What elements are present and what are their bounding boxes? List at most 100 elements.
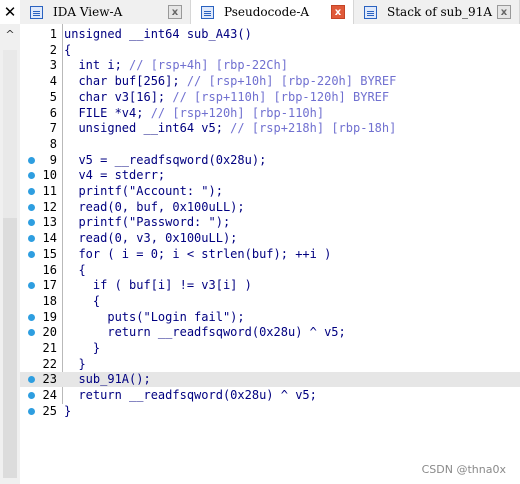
breakpoint-dot-icon[interactable] [28,203,35,211]
code-text[interactable]: int i; // [rsp+4h] [rbp-22Ch] [64,58,288,73]
code-text[interactable]: unsigned __int64 v5; // [rsp+218h] [rbp-… [64,121,396,136]
scrollbar-thumb[interactable] [3,50,17,218]
breakpoint-dot-icon[interactable] [28,219,35,227]
code-line[interactable]: 5 char v3[16]; // [rsp+110h] [rbp-120h] … [20,90,520,105]
code-text[interactable]: char buf[256]; // [rsp+10h] [rbp-220h] B… [64,74,396,89]
code-line[interactable]: 13 printf("Password: "); [20,215,520,230]
line-number: 4 [49,74,57,89]
code-line[interactable]: 6 FILE *v4; // [rsp+120h] [rbp-110h] [20,106,520,121]
breakpoint-dot-icon[interactable] [28,392,35,400]
line-number: 2 [49,42,57,57]
code-text[interactable]: } [64,341,100,356]
breakpoint-dot-icon[interactable] [28,313,35,321]
code-line[interactable]: 15 for ( i = 0; i < strlen(buf); ++i ) [20,247,520,262]
code-text[interactable]: sub_91A(); [64,372,150,387]
code-text[interactable]: { [64,43,71,58]
code-comment: // [rsp+120h] [rbp-110h] [150,105,325,120]
breakpoint-dot-icon[interactable] [28,250,35,258]
code-line[interactable]: 10 v4 = stderr; [20,168,520,183]
code-line[interactable]: 14 read(0, v3, 0x100uLL); [20,231,520,246]
breakpoint-dot-icon[interactable] [28,282,35,290]
breakpoint-dot-icon[interactable] [28,376,35,384]
line-number: 15 [42,246,57,261]
code-text[interactable]: v5 = __readfsqword(0x28u); [64,153,266,168]
code-text[interactable]: v4 = stderr; [64,168,165,183]
line-number: 20 [42,325,57,340]
line-number: 5 [49,89,57,104]
breakpoint-dot-icon[interactable] [28,172,35,180]
code-comment: // [rsp+10h] [rbp-220h] BYREF [186,74,397,89]
code-line[interactable]: 20 return __readfsqword(0x28u) ^ v5; [20,325,520,340]
line-number: 8 [49,136,57,151]
line-number: 25 [42,403,57,418]
code-line[interactable]: 8 [20,137,520,152]
code-line[interactable]: 4 char buf[256]; // [rsp+10h] [rbp-220h]… [20,74,520,89]
tab-label: Stack of sub_91A [387,5,492,19]
code-text[interactable]: return __readfsqword(0x28u) ^ v5; [64,325,345,340]
code-line[interactable]: 2{ [20,43,520,58]
code-comment: // [rsp+218h] [rbp-18h] [230,121,397,136]
breakpoint-dot-icon[interactable] [28,329,35,337]
code-line[interactable]: 9 v5 = __readfsqword(0x28u); [20,153,520,168]
line-number: 21 [42,341,57,355]
code-text[interactable]: unsigned __int64 sub_A43() [64,27,252,42]
code-text[interactable]: printf("Account: "); [64,184,223,199]
code-line[interactable]: 23 sub_91A(); [20,372,520,388]
code-text[interactable]: puts("Login fail"); [64,310,244,325]
line-number: 24 [42,388,57,403]
code-line[interactable]: 7 unsigned __int64 v5; // [rsp+218h] [rb… [20,121,520,136]
code-line[interactable]: 22 } [20,357,520,372]
code-line[interactable]: 17 if ( buf[i] != v3[i] ) [20,278,520,293]
code-text[interactable]: } [64,357,85,372]
line-number: 11 [42,184,57,198]
code-text[interactable]: printf("Password: "); [64,215,230,230]
line-number: 10 [42,168,57,183]
code-line[interactable]: 1 unsigned __int64 sub_A43() [20,27,520,42]
side-scroll-pane: ^ [0,24,20,484]
code-text[interactable]: for ( i = 0; i < strlen(buf); ++i ) [64,247,331,262]
code-line[interactable]: 11 printf("Account: "); [20,184,520,199]
breakpoint-dot-icon[interactable] [28,156,35,164]
tab-ida-view-a[interactable]: IDA View-A x [20,0,191,24]
code-text[interactable]: read(0, buf, 0x100uLL); [64,200,244,215]
code-line[interactable]: 3 int i; // [rsp+4h] [rbp-22Ch] [20,58,520,73]
code-text[interactable]: if ( buf[i] != v3[i] ) [64,278,252,293]
breakpoint-dot-icon[interactable] [28,235,35,243]
close-tab-icon[interactable]: x [331,5,345,19]
tab-pseudocode-a[interactable]: Pseudocode-A x [191,0,354,24]
tab-label: IDA View-A [53,5,123,19]
code-text[interactable]: } [64,404,71,419]
close-tab-icon[interactable]: x [168,5,182,19]
code-line[interactable]: 16 { [20,263,520,278]
code-token: char buf[256]; [64,74,187,89]
code-text[interactable]: read(0, v3, 0x100uLL); [64,231,237,246]
line-number: 18 [42,293,57,308]
code-line[interactable]: 25} [20,404,520,419]
breakpoint-dot-icon[interactable] [28,188,35,195]
code-text[interactable]: { [64,263,85,278]
tab-stack-of-sub-91a[interactable]: Stack of sub_91A x [354,0,520,24]
code-line[interactable]: 21 } [20,341,520,356]
code-line[interactable]: 24 return __readfsqword(0x28u) ^ v5; [20,388,520,403]
code-text[interactable]: char v3[16]; // [rsp+110h] [rbp-120h] BY… [64,90,389,105]
code-line[interactable]: 12 read(0, buf, 0x100uLL); [20,200,520,215]
document-icon [201,5,214,19]
close-tab-icon[interactable]: x [497,5,511,19]
code-token: unsigned __int64 v5; [64,121,231,136]
code-text[interactable]: FILE *v4; // [rsp+120h] [rbp-110h] [64,106,324,121]
close-pane-icon[interactable]: ✕ [0,0,20,24]
line-number: 22 [42,356,57,371]
tab-bar: IDA View-A x Pseudocode-A x Stack of sub… [20,0,520,25]
breakpoint-dot-icon[interactable] [28,407,35,415]
code-token: int i; [64,58,130,73]
document-icon [30,5,43,19]
pseudocode-editor[interactable]: 1 unsigned __int64 sub_A43() 2{3 int i; //… [20,24,520,484]
line-number: 1 [49,27,57,41]
vertical-scrollbar[interactable] [3,50,17,478]
code-line[interactable]: 19 puts("Login fail"); [20,310,520,325]
scroll-up-icon[interactable]: ^ [0,28,20,41]
code-line[interactable]: 18 { [20,294,520,309]
code-text[interactable]: return __readfsqword(0x28u) ^ v5; [64,388,316,403]
line-number: 6 [49,105,57,120]
code-text[interactable]: { [64,294,100,309]
